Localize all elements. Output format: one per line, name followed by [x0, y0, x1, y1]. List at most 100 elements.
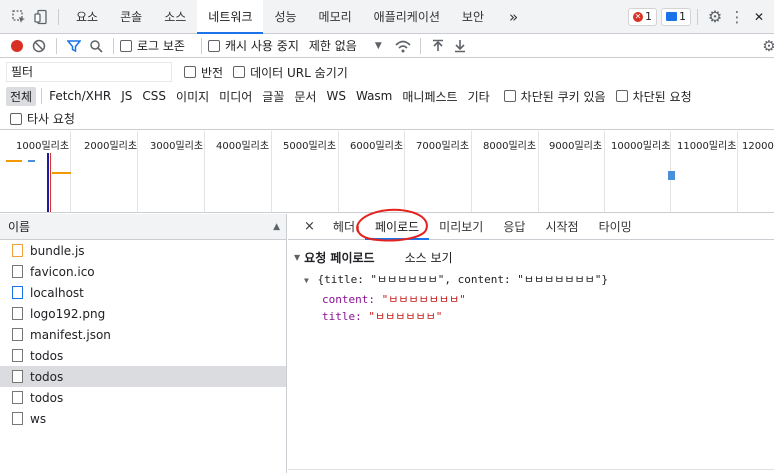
type-filter-ws[interactable]: WS	[322, 88, 349, 104]
property-value: "ㅂㅂㅂㅂㅂㅂ"	[368, 310, 443, 323]
file-icon	[12, 328, 23, 341]
hide-data-urls-toggle[interactable]: 데이터 URL 숨기기	[233, 64, 348, 81]
preserve-log-label: 로그 보존	[137, 39, 185, 53]
clear-icon[interactable]	[28, 35, 50, 57]
blocked-requests-label: 차단된 요청	[632, 89, 692, 104]
tab-security[interactable]: 보안	[451, 0, 495, 34]
third-party-toggle[interactable]: 타사 요청	[10, 110, 75, 127]
type-filter-manifest[interactable]: 매니페스트	[398, 87, 461, 106]
type-filter-js[interactable]: JS	[117, 88, 136, 104]
request-name: todos	[30, 348, 64, 363]
view-source-link[interactable]: 소스 보기	[405, 249, 453, 266]
tab-console[interactable]: 콘솔	[109, 0, 153, 34]
close-devtools-icon[interactable]: ✕	[748, 6, 770, 28]
divider	[200, 37, 202, 54]
name-column-header[interactable]: 이름 ▲	[0, 214, 286, 240]
network-settings-gear-icon[interactable]: ⚙	[758, 35, 774, 57]
resource-type-filter: 전체 Fetch/XHR JS CSS 이미지 미디어 글꼴 문서 WS Was…	[0, 84, 774, 108]
divider	[697, 8, 698, 25]
timeline-gridline	[271, 131, 272, 212]
tab-performance[interactable]: 성능	[263, 0, 307, 34]
preserve-log-toggle[interactable]: 로그 보존	[120, 37, 185, 54]
request-row[interactable]: todos	[0, 387, 286, 408]
close-detail-icon[interactable]: ×	[296, 214, 323, 240]
timeline-overview[interactable]: 1000밀리초 2000밀리초 3000밀리초 4000밀리초 5000밀리초 …	[0, 131, 774, 213]
request-name: localhost	[30, 285, 84, 300]
inspect-element-icon[interactable]	[8, 6, 30, 28]
type-filter-font[interactable]: 글꼴	[258, 87, 288, 106]
divider	[113, 37, 114, 54]
type-filter-media[interactable]: 미디어	[215, 87, 256, 106]
more-options-icon[interactable]: ⋮	[726, 6, 748, 28]
third-party-checkbox[interactable]	[10, 112, 22, 125]
payload-summary-text: {title: "ㅂㅂㅂㅂㅂㅂ", content: "ㅂㅂㅂㅂㅂㅂㅂ"}	[317, 273, 608, 286]
preserve-log-checkbox[interactable]	[120, 39, 132, 52]
error-badge[interactable]: ✕ 1	[628, 7, 657, 26]
tab-elements[interactable]: 요소	[65, 0, 109, 34]
tab-timing[interactable]: 타이밍	[589, 214, 642, 240]
payload-section-header[interactable]: ▼ 요청 페이로드 소스 보기	[294, 249, 453, 266]
throttling-select[interactable]: 제한 없음 ▼	[309, 37, 382, 54]
blocked-cookies-checkbox[interactable]	[503, 90, 516, 102]
request-row[interactable]: logo192.png	[0, 303, 286, 324]
payload-object-summary[interactable]: ▼ {title: "ㅂㅂㅂㅂㅂㅂ", content: "ㅂㅂㅂㅂㅂㅂㅂ"}	[304, 271, 608, 287]
type-filter-other[interactable]: 기타	[464, 87, 494, 106]
tab-memory[interactable]: 메모리	[308, 0, 363, 34]
filter-funnel-icon[interactable]	[63, 35, 85, 57]
script-file-icon	[12, 244, 23, 257]
tab-preview[interactable]: 미리보기	[429, 214, 493, 240]
hide-data-urls-checkbox[interactable]	[233, 66, 246, 78]
timeline-request-bar	[52, 172, 71, 174]
network-conditions-wifi-icon[interactable]	[392, 35, 414, 57]
blocked-requests-checkbox[interactable]	[615, 90, 628, 102]
type-filter-wasm[interactable]: Wasm	[352, 88, 396, 104]
tab-network[interactable]: 네트워크	[197, 0, 264, 34]
message-badge[interactable]: 1	[661, 7, 691, 26]
record-icon[interactable]	[6, 35, 28, 57]
search-icon[interactable]	[85, 35, 107, 57]
import-har-icon[interactable]	[427, 35, 449, 57]
timeline-tick-label: 12000밀	[742, 141, 774, 152]
blocked-requests-toggle[interactable]: 차단된 요청	[615, 88, 692, 105]
timeline-tick-label: 1000밀리초	[16, 141, 70, 152]
type-filter-all[interactable]: 전체	[6, 86, 37, 106]
type-filter-doc[interactable]: 문서	[290, 87, 320, 106]
file-icon	[12, 349, 23, 362]
tab-application[interactable]: 애플리케이션	[363, 0, 451, 34]
invert-toggle[interactable]: 반전	[184, 64, 223, 81]
request-row[interactable]: favicon.ico	[0, 261, 286, 282]
file-icon	[12, 391, 23, 404]
filter-input[interactable]: 필터	[6, 62, 172, 82]
invert-checkbox[interactable]	[184, 66, 196, 78]
throttling-value: 제한 없음	[308, 39, 357, 53]
export-har-icon[interactable]	[449, 35, 471, 57]
tab-initiator[interactable]: 시작점	[535, 214, 588, 240]
disable-cache-toggle[interactable]: 캐시 사용 중지	[207, 37, 299, 54]
timeline-tick-label: 3000밀리초	[150, 141, 204, 152]
type-filter-fetch-xhr[interactable]: Fetch/XHR	[45, 88, 115, 104]
type-filter-img[interactable]: 이미지	[172, 87, 213, 106]
request-row[interactable]: bundle.js	[0, 240, 286, 261]
timeline-tick-label: 11000밀리초	[677, 141, 737, 152]
message-icon	[666, 12, 677, 21]
timeline-tick-label: 8000밀리초	[483, 141, 537, 152]
request-name: favicon.ico	[30, 264, 95, 279]
tab-sources[interactable]: 소스	[153, 0, 197, 34]
request-row[interactable]: ws	[0, 408, 286, 429]
network-toolbar: 로그 보존 캐시 사용 중지 제한 없음 ▼ ⚙	[0, 34, 774, 58]
triangle-down-icon: ▼	[294, 253, 301, 262]
filter-row: 필터 반전 데이터 URL 숨기기	[0, 60, 774, 84]
device-toolbar-icon[interactable]	[30, 6, 52, 28]
disable-cache-checkbox[interactable]	[207, 39, 220, 52]
blocked-cookies-label: 차단된 쿠키 있음	[520, 89, 606, 104]
request-row-selected[interactable]: todos	[0, 366, 286, 387]
disable-cache-label: 캐시 사용 중지	[224, 39, 299, 53]
tab-response[interactable]: 응답	[493, 214, 535, 240]
request-row[interactable]: todos	[0, 345, 286, 366]
more-tabs-button[interactable]: »	[495, 0, 532, 34]
settings-gear-icon[interactable]: ⚙	[704, 6, 726, 28]
type-filter-css[interactable]: CSS	[138, 88, 170, 104]
blocked-cookies-toggle[interactable]: 차단된 쿠키 있음	[503, 88, 606, 105]
request-row[interactable]: localhost	[0, 282, 286, 303]
request-row[interactable]: manifest.json	[0, 324, 286, 345]
